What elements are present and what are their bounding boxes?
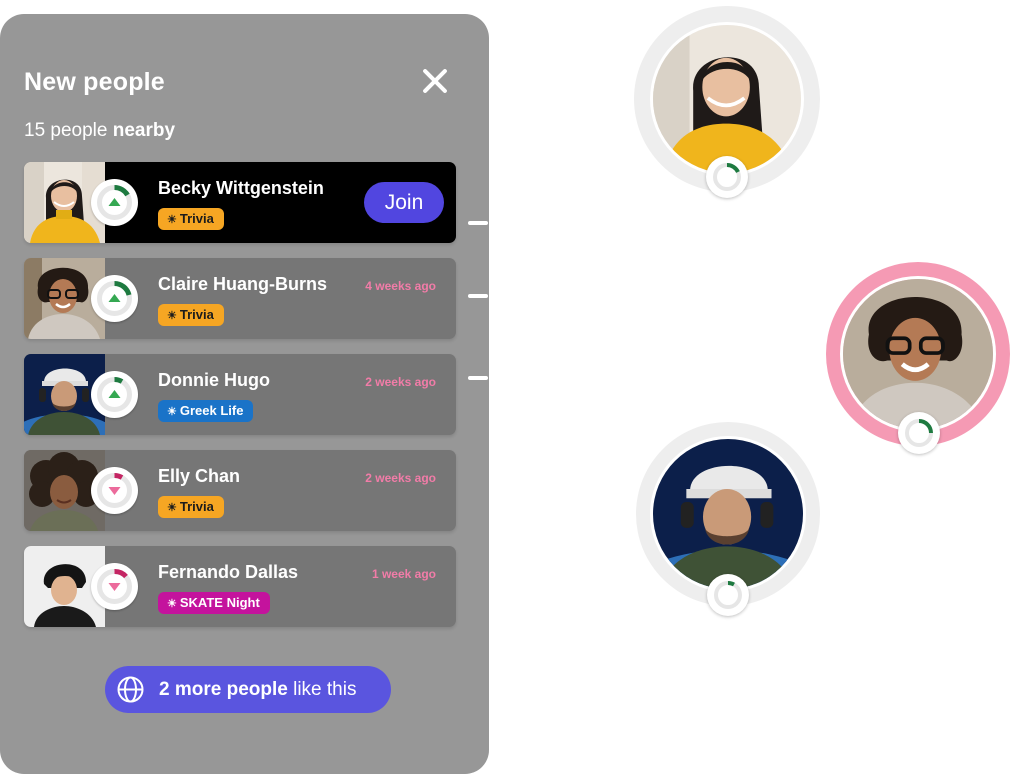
last-seen: 2 weeks ago [365, 375, 436, 389]
avatar [650, 22, 804, 176]
person-name: Elly Chan [158, 466, 241, 486]
sun-icon: ☀ [167, 214, 177, 226]
activity-ring [91, 371, 138, 418]
event-tag[interactable]: ☀ Trivia [158, 496, 224, 518]
nearby-count-word: nearby [112, 120, 176, 141]
person-name: Becky Wittgenstein [158, 178, 324, 198]
event-tag-label: Greek Life [179, 403, 244, 418]
activity-ring [91, 467, 138, 514]
activity-ring [91, 275, 138, 322]
screen: New people 15 people nearby Becky Wittge… [0, 0, 1016, 774]
sun-icon: ☀ [167, 598, 177, 610]
more-people-label: 2 more people like this [159, 666, 356, 713]
more-people-count: 2 more people [159, 679, 288, 700]
sun-icon: ☀ [167, 310, 177, 322]
event-tag-label: SKATE Night [179, 595, 260, 610]
person-card-becky[interactable]: Becky Wittgenstein ☀ Trivia Join [24, 162, 456, 243]
sun-icon: ☀ [167, 406, 177, 418]
person-name: Fernando Dallas [158, 562, 299, 582]
map-avatar-becky[interactable] [634, 6, 820, 198]
person-card-fernando[interactable]: Fernando Dallas ☀ SKATE Night 1 week ago [24, 546, 456, 627]
activity-ring [91, 179, 138, 226]
join-button[interactable]: Join [364, 182, 444, 223]
activity-ring [706, 156, 748, 198]
event-tag-label: Trivia [179, 499, 214, 514]
close-icon[interactable] [418, 64, 452, 98]
activity-ring [898, 412, 940, 454]
avatar [840, 276, 996, 432]
event-tag[interactable]: ☀ Greek Life [158, 400, 254, 422]
event-tag[interactable]: ☀ SKATE Night [158, 592, 270, 614]
person-card-claire[interactable]: Claire Huang-Burns ☀ Trivia 4 weeks ago [24, 258, 456, 339]
activity-ring [707, 574, 749, 616]
last-seen: 4 weeks ago [365, 279, 436, 293]
last-seen: 1 week ago [371, 567, 436, 581]
map-avatar-claire[interactable] [826, 262, 1010, 454]
event-tag-label: Trivia [179, 211, 214, 226]
panel-title: New people [24, 68, 165, 96]
event-tag[interactable]: ☀ Trivia [158, 304, 224, 326]
connector-line [468, 221, 488, 225]
last-seen: 2 weeks ago [365, 471, 436, 485]
event-tag[interactable]: ☀ Trivia [158, 208, 224, 230]
connector-line [468, 376, 488, 380]
more-people-suffix: like this [293, 679, 357, 700]
connector-line [468, 294, 488, 298]
map-avatar-donnie[interactable] [636, 422, 820, 616]
person-name: Claire Huang-Burns [158, 274, 328, 294]
avatar [650, 436, 806, 592]
person-name: Donnie Hugo [158, 370, 270, 390]
person-card-donnie[interactable]: Donnie Hugo ☀ Greek Life 2 weeks ago [24, 354, 456, 435]
globe-icon [117, 676, 144, 703]
more-people-button[interactable]: 2 more people like this [105, 666, 391, 713]
nearby-count-number: 15 people [24, 120, 108, 141]
person-card-elly[interactable]: Elly Chan ☀ Trivia 2 weeks ago [24, 450, 456, 531]
nearby-count: 15 people nearby [24, 120, 175, 142]
activity-ring [91, 563, 138, 610]
sun-icon: ☀ [167, 502, 177, 514]
event-tag-label: Trivia [179, 307, 214, 322]
